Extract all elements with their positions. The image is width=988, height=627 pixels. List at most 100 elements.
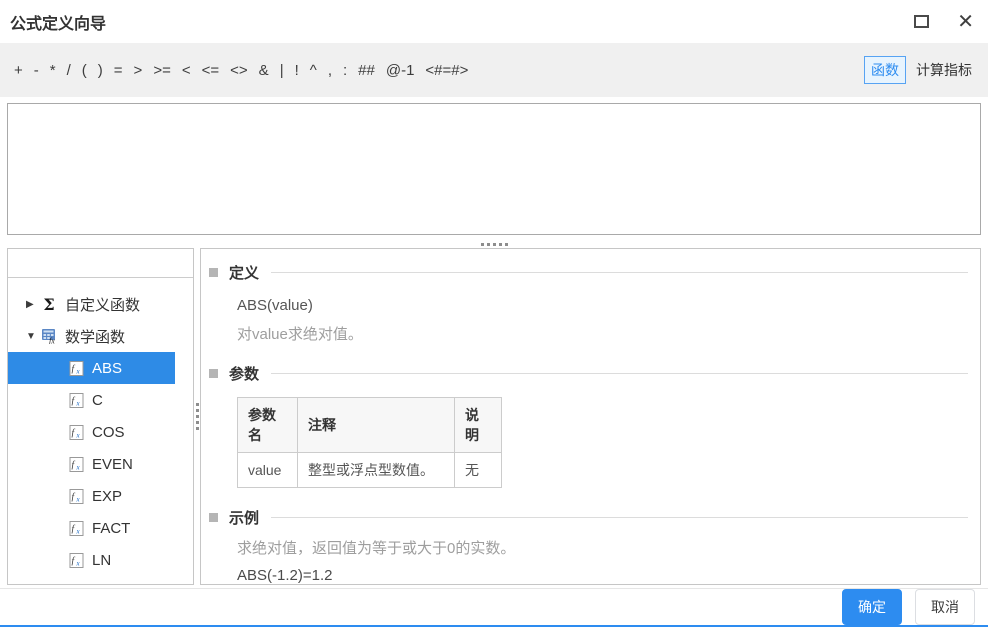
example-section-header: 示例: [209, 506, 968, 528]
function-icon: fx: [69, 393, 84, 408]
operator-divide[interactable]: /: [67, 62, 71, 79]
operator-hash-eq[interactable]: <#=#>: [425, 62, 468, 79]
example-section-body: 求绝对值，返回值为等于或大于0的实数。 ABS(-1.2)=1.2: [237, 537, 968, 584]
definition-section-header: 定义: [209, 261, 968, 283]
ok-button[interactable]: 确定: [842, 589, 902, 625]
parameters-table-row: value 整型或浮点型数值。 无: [238, 453, 502, 488]
operator-minus[interactable]: -: [34, 62, 39, 79]
column-header-description: 说明: [455, 398, 502, 453]
tree-leaf-c[interactable]: fx C: [8, 384, 193, 416]
definition-section-title: 定义: [229, 262, 259, 283]
tree-leaf-even[interactable]: fx EVEN: [8, 448, 193, 480]
tree-leaf-label: EVEN: [92, 456, 133, 473]
column-header-param-name: 参数名: [238, 398, 298, 453]
right-tabs: 函数 计算指标: [864, 56, 976, 84]
title-bar: 公式定义向导 ✕: [0, 0, 988, 43]
parameters-table-header-row: 参数名 注释 说明: [238, 398, 502, 453]
tree-leaf-label: COS: [92, 424, 125, 441]
close-icon[interactable]: ✕: [957, 12, 974, 32]
tree-leaf-exp[interactable]: fx EXP: [8, 480, 193, 512]
section-divider: [271, 272, 968, 273]
function-search-box: [7, 248, 194, 278]
function-icon: fx: [69, 521, 84, 536]
section-bullet-icon: [209, 369, 218, 378]
tree-leaf-ln[interactable]: fx LN: [8, 544, 193, 576]
operator-plus[interactable]: +: [14, 62, 23, 79]
function-tree-panel: ▶ Σ 自定义函数 ▼ fx 数学函数 fx ABS fx C: [7, 248, 194, 585]
example-section-title: 示例: [229, 507, 259, 528]
tree-leaf-cos[interactable]: fx COS: [8, 416, 193, 448]
operator-at-minus1[interactable]: @-1: [386, 62, 415, 79]
operator-and[interactable]: &: [259, 62, 269, 79]
param-desc-cell: 无: [455, 453, 502, 488]
operator-multiply[interactable]: *: [50, 62, 56, 79]
sigma-icon: Σ: [40, 295, 58, 314]
tree-leaf-label: LN: [92, 552, 111, 569]
maximize-icon[interactable]: [914, 15, 929, 28]
operator-power[interactable]: ^: [310, 62, 317, 79]
column-header-note: 注释: [298, 398, 455, 453]
formula-editor-input[interactable]: [7, 103, 981, 235]
function-description: 对value求绝对值。: [237, 323, 968, 344]
param-name-cell: value: [238, 453, 298, 488]
tree-node-label: 数学函数: [65, 326, 125, 347]
parameters-table: 参数名 注释 说明 value 整型或浮点型数值。 无: [237, 397, 502, 488]
tab-calc-metric[interactable]: 计算指标: [912, 57, 976, 83]
operator-lt[interactable]: <: [182, 62, 191, 79]
main-area: ▶ Σ 自定义函数 ▼ fx 数学函数 fx ABS fx C: [0, 248, 988, 585]
function-search-input[interactable]: [8, 249, 194, 277]
formula-wizard-dialog: 公式定义向导 ✕ + - * / ( ) = > >= < <= <> & | …: [0, 0, 988, 627]
function-icon: fx: [69, 425, 84, 440]
chevron-down-icon[interactable]: ▼: [26, 331, 40, 342]
function-icon: fx: [69, 553, 84, 568]
operator-gt[interactable]: >: [134, 62, 143, 79]
function-signature: ABS(value): [237, 297, 968, 314]
tab-function[interactable]: 函数: [864, 56, 906, 84]
operator-comma[interactable]: ,: [328, 62, 332, 79]
operator-colon[interactable]: :: [343, 62, 347, 79]
operator-or[interactable]: |: [280, 62, 284, 79]
tree-node-label: 自定义函数: [65, 294, 140, 315]
tree-leaf-label: FACT: [92, 520, 130, 537]
horizontal-splitter-handle[interactable]: [0, 240, 988, 248]
parameters-section-body: 参数名 注释 说明 value 整型或浮点型数值。 无: [237, 397, 968, 488]
tree-leaf-label: EXP: [92, 488, 122, 505]
function-tree: ▶ Σ 自定义函数 ▼ fx 数学函数 fx ABS fx C: [8, 278, 193, 576]
operator-hashhash[interactable]: ##: [358, 62, 375, 79]
tree-node-math-functions[interactable]: ▼ fx 数学函数: [8, 320, 193, 352]
definition-section-body: ABS(value) 对value求绝对值。: [237, 297, 968, 344]
operator-neq[interactable]: <>: [230, 62, 248, 79]
example-code: ABS(-1.2)=1.2: [237, 567, 968, 584]
dialog-footer: 确定 取消: [0, 588, 988, 625]
window-controls: ✕: [914, 12, 974, 32]
example-description: 求绝对值，返回值为等于或大于0的实数。: [237, 537, 968, 558]
tree-leaf-label: ABS: [92, 360, 122, 377]
svg-text:fx: fx: [49, 337, 55, 345]
math-category-icon: fx: [40, 328, 58, 344]
section-divider: [271, 373, 968, 374]
cancel-button[interactable]: 取消: [915, 589, 975, 625]
section-divider: [271, 517, 968, 518]
tree-leaf-label: C: [92, 392, 103, 409]
tree-leaf-fact[interactable]: fx FACT: [8, 512, 193, 544]
dialog-title: 公式定义向导: [10, 10, 106, 34]
function-icon: fx: [69, 489, 84, 504]
operator-lparen[interactable]: (: [82, 62, 87, 79]
section-bullet-icon: [209, 268, 218, 277]
chevron-right-icon[interactable]: ▶: [26, 299, 40, 310]
operator-gte[interactable]: >=: [153, 62, 171, 79]
operator-equals[interactable]: =: [114, 62, 123, 79]
function-icon: fx: [69, 457, 84, 472]
section-bullet-icon: [209, 513, 218, 522]
operator-lte[interactable]: <=: [202, 62, 220, 79]
operator-not[interactable]: !: [295, 62, 299, 79]
operator-rparen[interactable]: ): [98, 62, 103, 79]
formula-editor-container: [0, 97, 988, 240]
parameters-section-title: 参数: [229, 363, 259, 384]
function-icon: fx: [69, 361, 84, 376]
tree-leaf-abs[interactable]: fx ABS: [8, 352, 175, 384]
param-note-cell: 整型或浮点型数值。: [298, 453, 455, 488]
function-detail-panel: 定义 ABS(value) 对value求绝对值。 参数 参数名 注释: [200, 248, 981, 585]
operator-toolbar: + - * / ( ) = > >= < <= <> & | ! ^ , : #…: [0, 43, 988, 97]
tree-node-custom-functions[interactable]: ▶ Σ 自定义函数: [8, 288, 193, 320]
